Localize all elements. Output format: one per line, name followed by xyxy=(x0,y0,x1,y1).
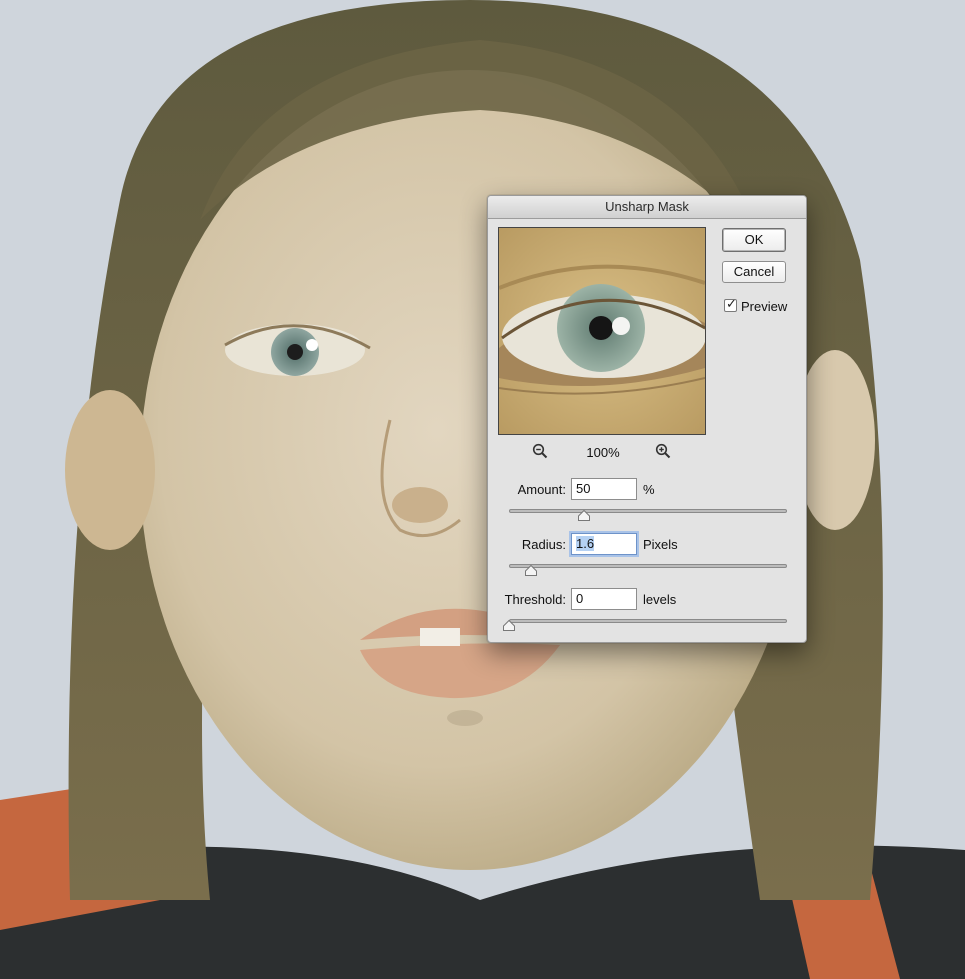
radius-slider-track[interactable] xyxy=(509,564,787,568)
ok-button[interactable]: OK xyxy=(722,228,786,252)
checkmark-icon: ✓ xyxy=(726,296,737,311)
preview-checkbox-label: Preview xyxy=(741,299,788,314)
radius-input[interactable]: 1.6 xyxy=(571,533,637,555)
preview-checkbox[interactable]: ✓ xyxy=(724,296,737,312)
zoom-in-icon[interactable] xyxy=(655,443,671,459)
threshold-slider-thumb[interactable] xyxy=(503,620,515,631)
threshold-input[interactable]: 0 xyxy=(571,588,637,610)
radius-value: 1.6 xyxy=(576,536,595,551)
zoom-out-icon[interactable] xyxy=(532,443,548,459)
preview-image[interactable] xyxy=(498,227,706,435)
background-photo xyxy=(0,0,965,979)
amount-input[interactable]: 50 xyxy=(571,478,637,500)
amount-label: Amount: xyxy=(517,482,566,497)
radius-label: Radius: xyxy=(521,537,566,552)
amount-unit: % xyxy=(643,482,655,497)
amount-slider-track[interactable] xyxy=(509,509,787,513)
amount-slider-thumb[interactable] xyxy=(578,510,591,521)
radius-slider-thumb[interactable] xyxy=(525,565,538,576)
threshold-slider-track[interactable] xyxy=(509,619,787,623)
unsharp-mask-dialog: Unsharp Mask OK Cancel ✓ Preview 100% Am… xyxy=(487,195,807,643)
threshold-label: Threshold: xyxy=(504,592,566,607)
radius-unit: Pixels xyxy=(643,537,678,552)
dialog-title[interactable]: Unsharp Mask xyxy=(488,196,806,219)
preview-eye-closeup xyxy=(499,228,705,434)
zoom-level: 100% xyxy=(586,445,620,460)
threshold-unit: levels xyxy=(643,592,677,607)
cancel-button[interactable]: Cancel xyxy=(722,261,786,283)
